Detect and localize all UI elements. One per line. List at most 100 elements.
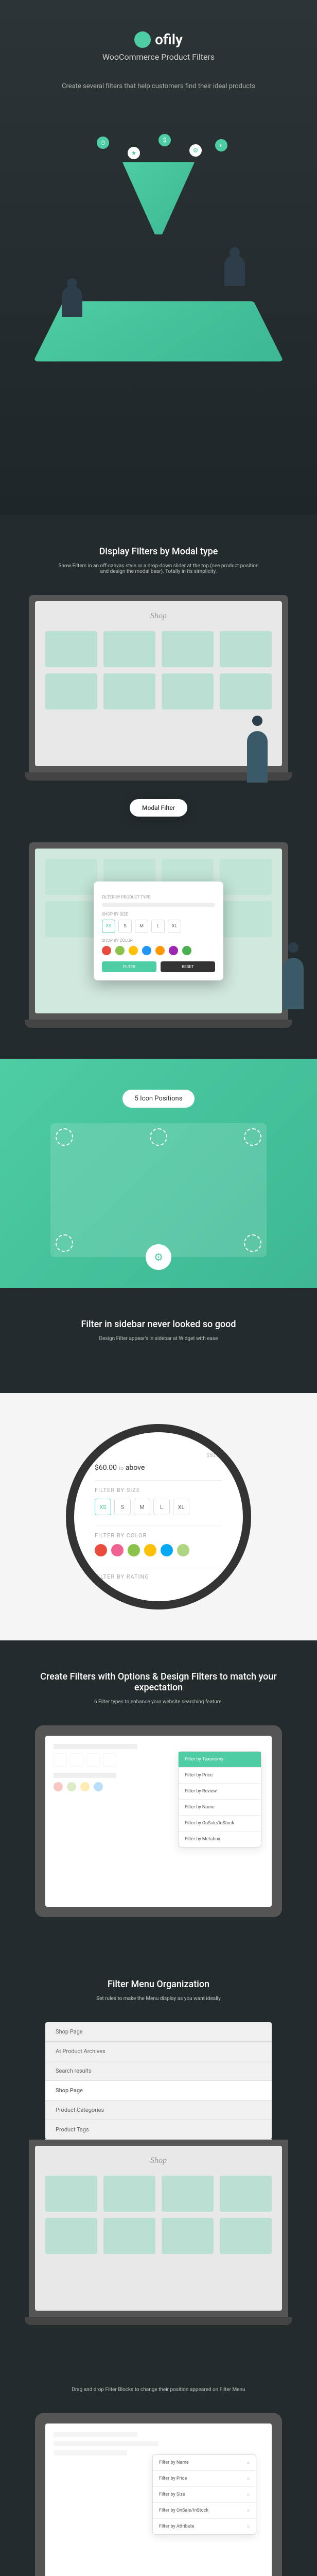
- color-option[interactable]: [169, 946, 178, 955]
- hero-tagline: Create several filters that help custome…: [21, 82, 296, 90]
- size-option[interactable]: XS: [95, 1499, 111, 1515]
- color-option[interactable]: [129, 946, 138, 955]
- position-marker: [244, 1234, 261, 1252]
- size-option[interactable]: XS: [102, 920, 115, 933]
- organization-table: Shop PageAt Product ArchivesSearch resul…: [45, 2022, 272, 2140]
- size-option[interactable]: L: [153, 1499, 170, 1515]
- laptop-mockup: FILTER BY PRODUCT TYPE SHOP BY SIZE XSSM…: [29, 842, 288, 1020]
- org-row[interactable]: At Product Archives: [45, 2042, 272, 2061]
- positions-badge: 5 Icon Positions: [122, 1090, 195, 1108]
- size-option[interactable]: XL: [168, 920, 181, 933]
- section-description: Design Filter appear's in sidebar at Wid…: [56, 1336, 261, 1342]
- product-placeholder: [103, 631, 155, 667]
- filter-color-label: SHOP BY COLOR: [102, 938, 215, 943]
- sidebar-section: Filter in sidebar never looked so good D…: [0, 1288, 317, 1393]
- product-placeholder: [162, 673, 214, 709]
- color-option[interactable]: [128, 1544, 140, 1556]
- org-row[interactable]: Product Tags: [45, 2120, 272, 2140]
- category-icon: ⚙: [189, 144, 202, 157]
- person-illustration: [214, 224, 255, 286]
- filter-type-option[interactable]: Filter by Metabox: [179, 1832, 261, 1847]
- filter-type-option[interactable]: Filter by Price: [179, 1768, 261, 1784]
- size-filter-title: FILTER BY SIZE: [95, 1487, 222, 1494]
- product-placeholder: [103, 673, 155, 709]
- section-title: Create Filters with Options & Design Fil…: [21, 1671, 296, 1693]
- color-option[interactable]: [161, 1544, 173, 1556]
- size-option[interactable]: S: [114, 1499, 131, 1515]
- size-option[interactable]: S: [118, 920, 132, 933]
- color-option[interactable]: [155, 946, 165, 955]
- size-option[interactable]: M: [135, 920, 148, 933]
- size-option[interactable]: XL: [173, 1499, 189, 1515]
- drag-item[interactable]: Filter by Attribute ≡: [153, 2519, 256, 2534]
- filter-type-option[interactable]: Filter by OnSale/InStock: [179, 1816, 261, 1832]
- position-marker: [56, 1128, 73, 1146]
- laptop-mockup: Shop: [29, 595, 288, 772]
- tablet-mockup: Filter by Name ≡Filter by Price ≡Filter …: [35, 2413, 282, 2576]
- positions-illustration: ⚙: [50, 1123, 267, 1257]
- color-option[interactable]: [142, 946, 151, 955]
- price-to: above: [126, 1464, 145, 1472]
- price-from: $60.00: [95, 1464, 117, 1472]
- drag-menu-panel[interactable]: Filter by Name ≡Filter by Price ≡Filter …: [152, 2454, 256, 2535]
- color-option[interactable]: [182, 946, 191, 955]
- color-filter-title: FILTER BY COLOR: [95, 1532, 222, 1539]
- section-title: Filter Menu Organization: [21, 1979, 296, 1990]
- filter-type-option[interactable]: Filter by Name: [179, 1800, 261, 1816]
- category-icon: ◐: [215, 139, 227, 151]
- logo: ofily: [21, 31, 296, 48]
- laptop-mockup: Shop: [29, 2140, 288, 2317]
- filter-button[interactable]: FILTER: [102, 961, 156, 972]
- section-description: Show Filters in an off-canvas style or a…: [56, 563, 261, 574]
- shop-title: Shop: [45, 2156, 272, 2165]
- color-option[interactable]: [95, 1544, 107, 1556]
- magnifier-section: $50.00 $60.00 to above FILTER BY SIZE XS…: [0, 1393, 317, 1640]
- reset-button[interactable]: RESET: [161, 961, 215, 972]
- org-row[interactable]: Shop Page: [45, 2022, 272, 2042]
- person-illustration: [273, 937, 304, 1009]
- drag-item[interactable]: Filter by Name ≡: [153, 2455, 256, 2471]
- funnel-icon: [122, 162, 195, 234]
- filter-type-option[interactable]: Filter by Taxonomy: [179, 1752, 261, 1768]
- product-placeholder: [220, 631, 272, 667]
- drag-item[interactable]: Filter by OnSale/InStock ≡: [153, 2503, 256, 2519]
- org-row[interactable]: Search results: [45, 2061, 272, 2081]
- color-option[interactable]: [144, 1544, 156, 1556]
- drag-section: Drag and drop Filter Blocks to change th…: [0, 2356, 317, 2576]
- section-title: Filter in sidebar never looked so good: [21, 1319, 296, 1330]
- drag-item[interactable]: Filter by Size ≡: [153, 2487, 256, 2503]
- position-marker: [150, 1128, 167, 1146]
- org-row[interactable]: Product Categories: [45, 2100, 272, 2120]
- section-description: Set rules to make the Menu display as yo…: [56, 1996, 261, 2002]
- filter-type-option[interactable]: Filter by Review: [179, 1784, 261, 1800]
- organization-section: Filter Menu Organization Set rules to ma…: [0, 1948, 317, 2356]
- tablet-mockup: Filter by TaxonomyFilter by PriceFilter …: [35, 1725, 282, 1917]
- size-option[interactable]: M: [134, 1499, 150, 1515]
- product-name: WooCommerce Product Filters: [21, 52, 296, 62]
- product-placeholder: [162, 631, 214, 667]
- color-option[interactable]: [115, 946, 125, 955]
- hero-section: ofily WooCommerce Product Filters Create…: [0, 0, 317, 515]
- color-option[interactable]: [111, 1544, 124, 1556]
- positions-section: 5 Icon Positions ⚙: [0, 1059, 317, 1288]
- modal-filter-badge: Modal Filter: [130, 799, 187, 817]
- logo-icon: [134, 31, 151, 48]
- color-option[interactable]: [102, 946, 111, 955]
- filter-type-label: FILTER BY PRODUCT TYPE: [102, 895, 215, 900]
- drag-item[interactable]: Filter by Price ≡: [153, 2471, 256, 2487]
- filter-size-label: SHOP BY SIZE: [102, 912, 215, 917]
- org-row[interactable]: Shop Page: [45, 2081, 272, 2100]
- product-placeholder: [220, 673, 272, 709]
- category-icon: ⏱: [97, 137, 109, 149]
- filter-modal[interactable]: FILTER BY PRODUCT TYPE SHOP BY SIZE XSSM…: [94, 882, 223, 980]
- size-option[interactable]: L: [151, 920, 165, 933]
- rating-filter-title: FILTER BY RATING: [95, 1573, 222, 1580]
- person-illustration: [51, 255, 93, 317]
- color-option[interactable]: [177, 1544, 189, 1556]
- price-hint: $50.00: [95, 1453, 222, 1459]
- product-placeholder: [45, 673, 97, 709]
- product-placeholder: [45, 631, 97, 667]
- filter-type-dropdown[interactable]: Filter by TaxonomyFilter by PriceFilter …: [178, 1751, 261, 1848]
- price-range: $60.00 to above: [95, 1464, 222, 1472]
- magnifier-illustration: $50.00 $60.00 to above FILTER BY SIZE XS…: [66, 1424, 251, 1609]
